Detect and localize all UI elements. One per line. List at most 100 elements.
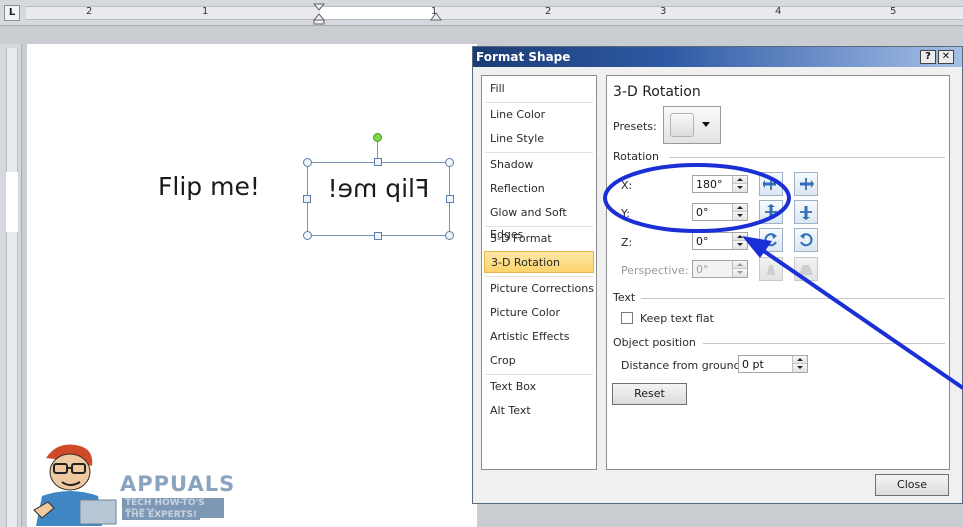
nav-item-picture-corrections[interactable]: Picture Corrections xyxy=(484,278,594,300)
decrease-perspective-icon xyxy=(767,265,775,275)
decrease-perspective-button xyxy=(759,257,783,281)
resize-handle-top-right[interactable] xyxy=(445,158,454,167)
presets-label: Presets: xyxy=(613,120,657,133)
spin-down-button[interactable] xyxy=(733,184,747,192)
tab-selector-button[interactable]: L xyxy=(4,5,20,21)
resize-handle-bottom-right[interactable] xyxy=(445,231,454,240)
indent-marker-icon[interactable] xyxy=(312,3,326,25)
increase-perspective-icon xyxy=(799,265,813,275)
spin-down-button[interactable] xyxy=(793,364,807,372)
nav-item-text-box[interactable]: Text Box xyxy=(484,376,594,398)
ruler-text-area xyxy=(320,6,436,20)
spin-down-button[interactable] xyxy=(733,241,747,249)
y-rotate-up-button[interactable] xyxy=(759,200,783,224)
spin-up-button[interactable] xyxy=(733,204,747,212)
close-button[interactable]: Close xyxy=(875,474,949,496)
dialog-title-bar[interactable]: Format Shape ? ✕ xyxy=(473,47,962,67)
ruler-number: 5 xyxy=(890,6,897,17)
nav-item-line-style[interactable]: Line Style xyxy=(484,128,594,150)
mirrored-shape-text: Flip me! xyxy=(327,174,430,203)
z-rotate-clockwise-button[interactable] xyxy=(794,228,818,252)
preset-swatch xyxy=(670,113,694,137)
x-rotate-left-button[interactable] xyxy=(759,172,783,196)
nav-separator xyxy=(485,374,593,375)
spinner-buttons xyxy=(792,356,807,372)
ruler-number: 1 xyxy=(202,6,209,17)
ruler-number: 4 xyxy=(775,6,782,17)
nav-item-fill[interactable]: Fill xyxy=(484,78,594,100)
keep-text-flat-checkbox[interactable] xyxy=(621,312,633,324)
spin-up-button[interactable] xyxy=(733,176,747,184)
group-divider xyxy=(669,157,945,158)
x-rotation-input[interactable]: 180° xyxy=(692,175,748,193)
spinner-buttons xyxy=(732,261,747,277)
rotate-x-left-icon xyxy=(763,178,776,190)
resize-handle-bottom-left[interactable] xyxy=(303,231,312,240)
presets-dropdown[interactable] xyxy=(663,106,721,144)
y-rotation-input[interactable]: 0° xyxy=(692,203,748,221)
spin-up-button[interactable] xyxy=(793,356,807,364)
y-rotate-down-button[interactable] xyxy=(794,200,818,224)
resize-handle-right[interactable] xyxy=(446,195,454,203)
rotation-group-label: Rotation xyxy=(613,150,660,163)
nav-item-3d-format[interactable]: 3-D Format xyxy=(484,228,594,250)
resize-handle-left[interactable] xyxy=(303,195,311,203)
nav-separator xyxy=(485,152,593,153)
spin-up-button xyxy=(733,261,747,269)
increase-perspective-button xyxy=(794,257,818,281)
ruler-number: 2 xyxy=(545,6,552,17)
ruler-number: 2 xyxy=(86,6,93,17)
y-rotation-value: 0° xyxy=(696,206,709,219)
distance-from-ground-input[interactable]: 0 pt xyxy=(738,355,808,373)
nav-item-shadow[interactable]: Shadow xyxy=(484,154,594,176)
resize-handle-bottom[interactable] xyxy=(374,232,382,240)
reset-button[interactable]: Reset xyxy=(612,383,687,405)
horizontal-ruler: L 2 1 1 2 3 4 5 xyxy=(0,0,963,26)
section-title: 3-D Rotation xyxy=(613,84,701,100)
ruler-number: 3 xyxy=(660,6,667,17)
nav-item-alt-text[interactable]: Alt Text xyxy=(484,400,594,422)
watermark-tagline: THE EXPERTS! xyxy=(122,510,201,520)
watermark-brand: APPUALS xyxy=(120,472,236,496)
spin-down-button[interactable] xyxy=(733,212,747,220)
keep-text-flat-label[interactable]: Keep text flat xyxy=(640,312,714,325)
nav-item-crop[interactable]: Crop xyxy=(484,350,594,372)
x-rotation-value: 180° xyxy=(696,178,723,191)
chevron-down-icon xyxy=(702,122,710,127)
nav-item-picture-color[interactable]: Picture Color xyxy=(484,302,594,324)
x-rotation-label: X: xyxy=(621,179,633,192)
perspective-value: 0° xyxy=(696,263,709,276)
rotate-y-down-icon xyxy=(800,206,812,220)
rotate-y-up-icon xyxy=(765,204,777,218)
vertical-ruler-track xyxy=(6,48,18,527)
z-rotation-input[interactable]: 0° xyxy=(692,232,748,250)
text-box-shape[interactable]: Flip me! xyxy=(307,162,450,236)
close-x-button[interactable]: ✕ xyxy=(938,50,954,64)
spinner-buttons xyxy=(732,233,747,249)
document-text: Flip me! xyxy=(158,172,260,201)
nav-item-line-color[interactable]: Line Color xyxy=(484,104,594,126)
nav-item-glow[interactable]: Glow and Soft Edges xyxy=(484,202,594,241)
help-button[interactable]: ? xyxy=(920,50,936,64)
spinner-buttons xyxy=(732,176,747,192)
nav-item-3d-rotation[interactable]: 3-D Rotation xyxy=(484,251,594,273)
perspective-label: Perspective: xyxy=(621,264,689,277)
text-group-label: Text xyxy=(613,291,636,304)
distance-value: 0 pt xyxy=(742,358,764,371)
vertical-ruler xyxy=(0,44,22,527)
rotation-handle[interactable] xyxy=(373,133,382,142)
x-rotate-right-button[interactable] xyxy=(794,172,818,196)
z-rotate-counterclockwise-button[interactable] xyxy=(759,228,783,252)
appuals-watermark: APPUALS TECH HOW-TO'S FROM THE EXPERTS! xyxy=(28,436,234,527)
resize-handle-top[interactable] xyxy=(374,158,382,166)
resize-handle-top-left[interactable] xyxy=(303,158,312,167)
rotate-x-right-icon xyxy=(800,178,814,190)
spinner-buttons xyxy=(732,204,747,220)
distance-from-ground-label: Distance from ground: xyxy=(621,359,745,372)
group-divider xyxy=(641,298,945,299)
nav-item-reflection[interactable]: Reflection xyxy=(484,178,594,200)
nav-item-artistic-effects[interactable]: Artistic Effects xyxy=(484,326,594,348)
nav-separator xyxy=(485,102,593,103)
spin-up-button[interactable] xyxy=(733,233,747,241)
right-indent-marker-icon[interactable] xyxy=(430,12,442,22)
